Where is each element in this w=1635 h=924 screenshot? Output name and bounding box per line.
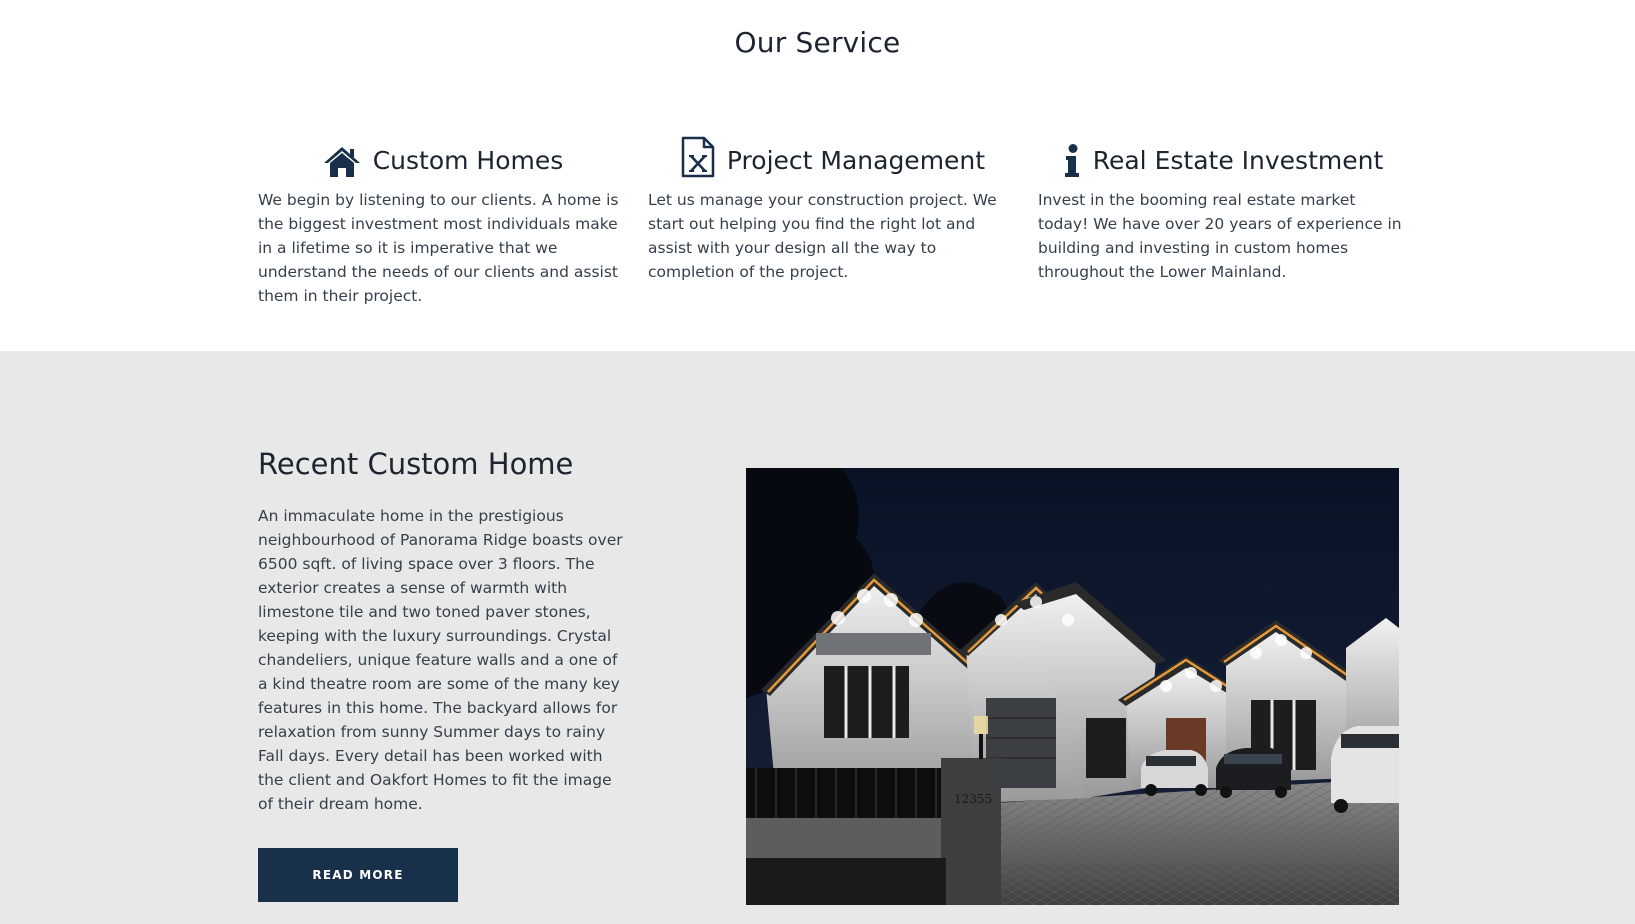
service-project-management: Project Management Let us manage your co…: [648, 134, 1018, 284]
service-title: Real Estate Investment: [1092, 146, 1384, 175]
read-more-button[interactable]: READ MORE: [258, 848, 458, 902]
service-header: Custom Homes: [258, 134, 628, 178]
house-photo[interactable]: 12355: [746, 468, 1399, 905]
service-title: Custom Homes: [372, 146, 564, 175]
service-real-estate-investment: Real Estate Investment Invest in the boo…: [1038, 134, 1408, 284]
service-custom-homes: Custom Homes We begin by listening to ou…: [258, 134, 628, 308]
service-header: Real Estate Investment: [1038, 134, 1408, 178]
service-description: We begin by listening to our clients. A …: [258, 191, 619, 305]
service-description: Let us manage your construction project.…: [648, 191, 997, 281]
services-section: Our Service Custom Homes We begin by lis…: [0, 0, 1635, 351]
service-description: Invest in the booming real estate market…: [1038, 191, 1402, 281]
services-title: Our Service: [734, 26, 901, 59]
recent-title: Recent Custom Home: [258, 447, 574, 481]
recent-description: An immaculate home in the prestigious ne…: [258, 507, 623, 813]
recent-custom-home-section: Recent Custom Home An immaculate home in…: [0, 351, 1635, 924]
house-address-number: 12355: [954, 792, 992, 806]
home-icon: [323, 146, 361, 178]
document-x-icon: [681, 136, 715, 178]
service-header: Project Management: [648, 134, 1018, 178]
service-title: Project Management: [726, 146, 986, 175]
info-icon: [1063, 144, 1081, 178]
